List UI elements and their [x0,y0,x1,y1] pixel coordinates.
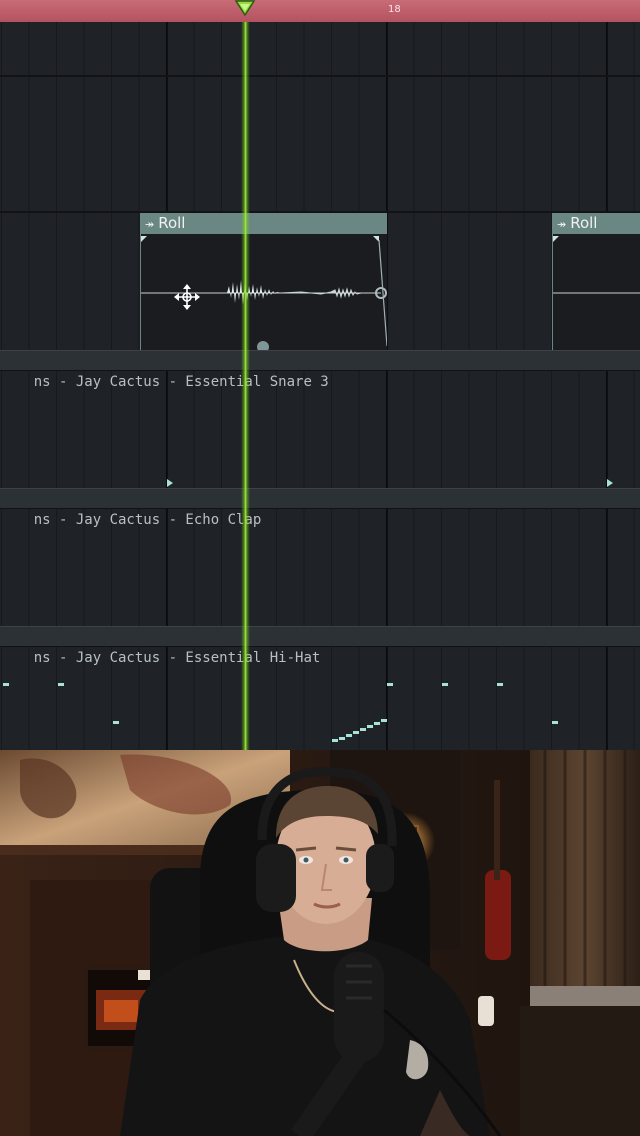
roll-clip-icon: ↠ [557,218,567,231]
bar-number-label: 18 [388,4,401,15]
audio-clip-roll[interactable]: ↠ Roll [552,213,640,350]
note[interactable] [497,683,503,686]
clip-waveform [553,236,640,294]
note[interactable] [58,683,64,686]
timeline-ruler[interactable]: 18 [0,0,640,23]
clip-label: Roll [158,214,186,232]
clip-label: Roll [570,214,598,232]
roll-clip-icon: ↠ [145,218,155,231]
note-ramp[interactable] [330,717,390,745]
track-name: ns - Jay Cactus - Essential Snare 3 [33,374,329,390]
webcam-feed [0,750,640,1136]
track-name: ns - Jay Cactus - Echo Clap [33,512,262,528]
note[interactable] [387,683,393,686]
note[interactable] [3,683,9,686]
note[interactable] [113,721,119,724]
playlist-track-area[interactable]: ↠ Roll ↠ Roll ns - Jay Cactus - Essentia… [0,22,640,750]
move-cursor-icon [174,284,200,310]
track-name: ns - Jay Cactus - Essential Hi-Hat [33,650,321,666]
clip-header[interactable]: ↠ Roll [141,213,387,234]
note[interactable] [552,721,558,724]
track-header-hi-hat[interactable]: ns - Jay Cactus - Essential Hi-Hat [0,626,640,666]
note[interactable] [442,683,448,686]
playhead-marker-icon[interactable] [233,0,257,18]
track-header-echo-clap[interactable]: ns - Jay Cactus - Echo Clap [0,488,640,528]
clip-header[interactable]: ↠ Roll [553,213,640,234]
track-header-snare[interactable]: ns - Jay Cactus - Essential Snare 3 [0,350,640,390]
audio-clip-roll[interactable]: ↠ Roll [140,213,387,350]
webcam-image [0,750,640,1136]
note-marker[interactable] [607,479,613,487]
note-marker[interactable] [167,479,173,487]
track-divider [0,75,640,77]
playhead-line [241,22,250,750]
